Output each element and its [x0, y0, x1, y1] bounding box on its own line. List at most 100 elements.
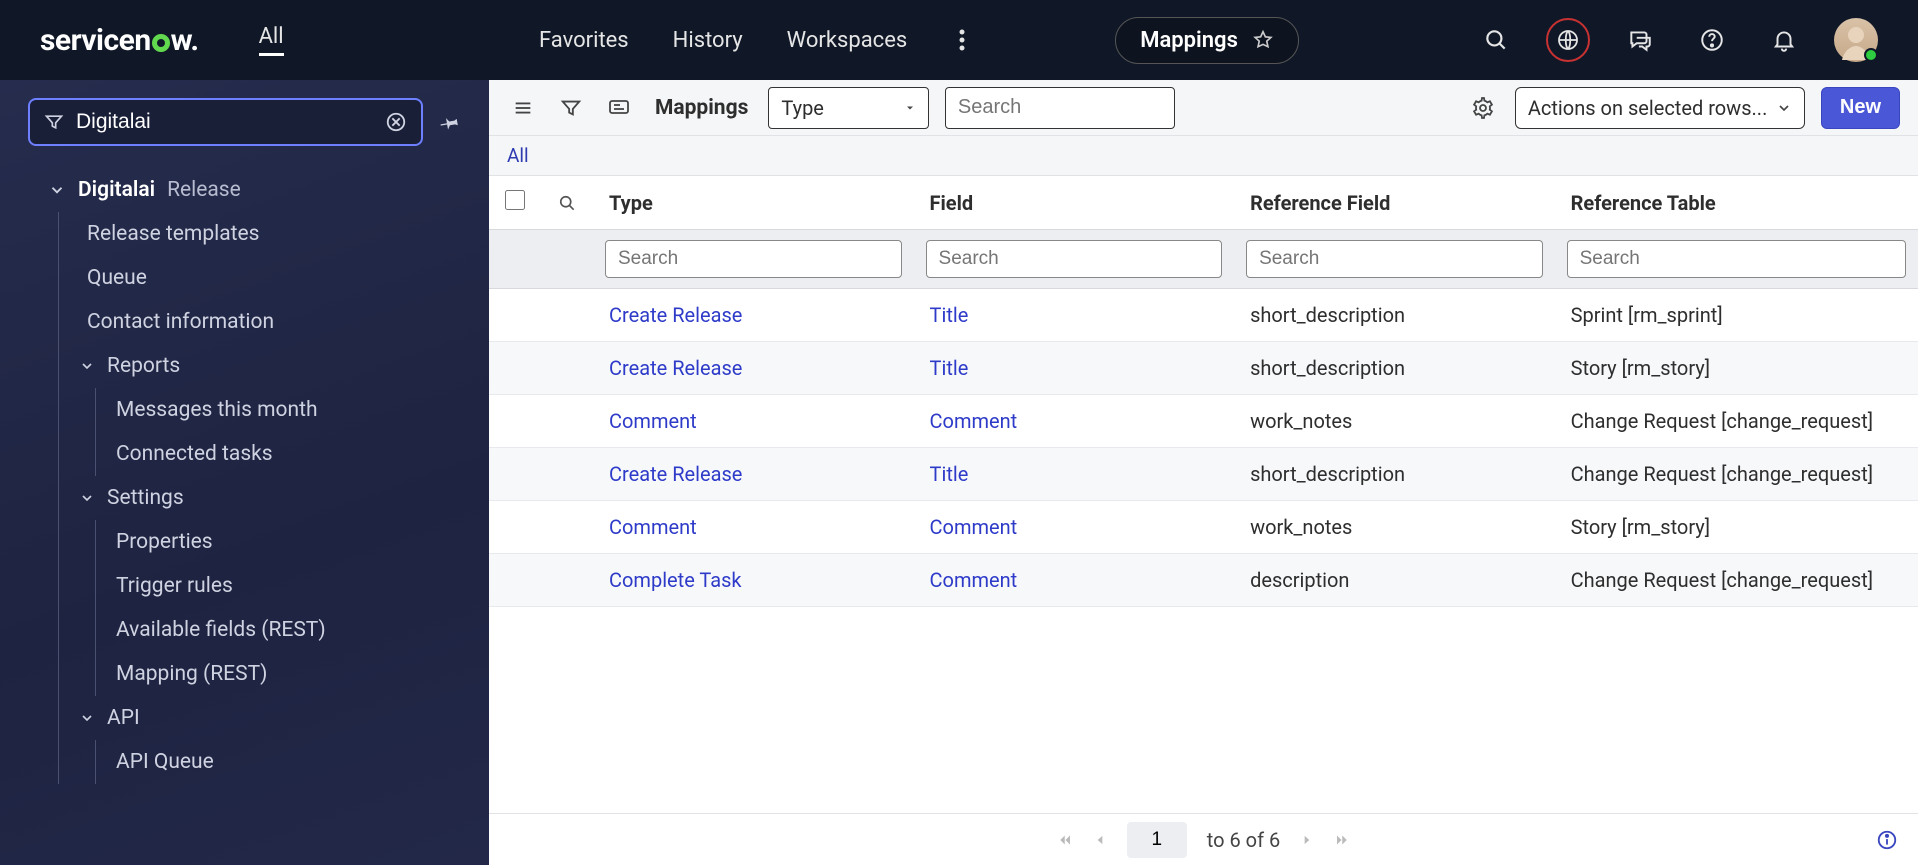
- cell-ref-field: short_description: [1234, 289, 1555, 342]
- nav-contact-info[interactable]: Contact information: [59, 300, 489, 344]
- star-icon[interactable]: [1252, 29, 1274, 51]
- nav-favorites[interactable]: Favorites: [539, 28, 629, 53]
- new-button[interactable]: New: [1821, 87, 1900, 129]
- sidebar-filter-input[interactable]: [76, 110, 373, 134]
- search-icon[interactable]: [557, 193, 577, 213]
- table-row[interactable]: Comment Comment work_notesStory [rm_story]: [489, 501, 1918, 554]
- table-row[interactable]: Create ReleaseTitleshort_descriptionStor…: [489, 342, 1918, 395]
- cell-ref-field: work_notes: [1234, 501, 1555, 554]
- page-input[interactable]: [1127, 822, 1187, 858]
- nav-trigger-rules[interactable]: Trigger rules: [96, 564, 489, 608]
- search-ref-table[interactable]: [1567, 240, 1906, 278]
- table-row[interactable]: Create Release Title short_descriptionSpri…: [489, 289, 1918, 342]
- topbar-right: [1474, 18, 1918, 62]
- actions-select[interactable]: Actions on selected rows...: [1515, 87, 1805, 129]
- toolbar-title: Mappings: [655, 96, 748, 120]
- search-type[interactable]: [605, 240, 902, 278]
- cell-type[interactable]: Create Release: [609, 462, 742, 486]
- cell-ref-table: Story [rm_story]: [1555, 501, 1918, 554]
- next-page-icon[interactable]: [1300, 833, 1314, 847]
- chevron-down-icon: [79, 490, 95, 506]
- funnel-icon[interactable]: [555, 92, 587, 124]
- cell-field[interactable]: Comment: [930, 409, 1018, 433]
- mappings-table: Type Field Reference Field Reference Tab…: [489, 176, 1918, 607]
- col-field[interactable]: Field: [914, 176, 1235, 230]
- menu-icon[interactable]: [507, 92, 539, 124]
- cell-field[interactable]: Title: [930, 303, 969, 327]
- nav-api[interactable]: API: [59, 696, 489, 740]
- chat-icon[interactable]: [1618, 18, 1662, 62]
- first-page-icon[interactable]: [1055, 831, 1073, 849]
- breadcrumb-all[interactable]: All: [507, 144, 529, 167]
- context-pill-label: Mappings: [1140, 28, 1238, 53]
- pin-icon[interactable]: [439, 111, 461, 133]
- context-pill[interactable]: Mappings: [1115, 17, 1299, 64]
- sidebar-filter[interactable]: [28, 98, 423, 146]
- cell-type[interactable]: Comment: [609, 515, 697, 539]
- prev-page-icon[interactable]: [1093, 833, 1107, 847]
- breadcrumb-bar: All: [489, 136, 1918, 176]
- cell-ref-table: Change Request [change_request]: [1555, 395, 1918, 448]
- cell-field[interactable]: Comment: [930, 515, 1018, 539]
- activity-icon[interactable]: [603, 92, 635, 124]
- topbar-center: Favorites History Workspaces: [489, 28, 965, 53]
- main: Mappings Type Actions on selected rows..…: [489, 80, 1918, 865]
- cell-ref-table: Sprint [rm_sprint]: [1555, 289, 1918, 342]
- nav-workspaces[interactable]: Workspaces: [787, 28, 908, 53]
- sidebar-nav: Digitalai Release Release templates Queu…: [0, 146, 489, 865]
- caret-down-icon: [904, 102, 916, 114]
- cell-type[interactable]: Comment: [609, 409, 697, 433]
- nav-group-digitalai[interactable]: Digitalai Release: [0, 168, 489, 212]
- nav-api-queue[interactable]: API Queue: [96, 740, 489, 784]
- nav-all[interactable]: All: [259, 24, 284, 56]
- search-icon[interactable]: [1474, 18, 1518, 62]
- nav-properties[interactable]: Properties: [96, 520, 489, 564]
- type-select[interactable]: Type: [768, 87, 929, 129]
- cell-field[interactable]: Title: [930, 356, 969, 380]
- info-icon[interactable]: [1876, 829, 1898, 851]
- cell-ref-field: short_description: [1234, 448, 1555, 501]
- nav-messages-month[interactable]: Messages this month: [96, 388, 489, 432]
- col-ref-field[interactable]: Reference Field: [1234, 176, 1555, 230]
- nav-connected-tasks[interactable]: Connected tasks: [96, 432, 489, 476]
- col-ref-table[interactable]: Reference Table: [1555, 176, 1918, 230]
- globe-icon[interactable]: [1546, 18, 1590, 62]
- cell-type[interactable]: Create Release: [609, 356, 742, 380]
- nav-queue[interactable]: Queue: [59, 256, 489, 300]
- chevron-down-icon: [1776, 100, 1792, 116]
- last-page-icon[interactable]: [1334, 831, 1352, 849]
- cell-ref-field: short_description: [1234, 342, 1555, 395]
- nav-mapping-rest[interactable]: Mapping (REST): [96, 652, 489, 696]
- search-field[interactable]: [926, 240, 1223, 278]
- table-row[interactable]: Create Release Title short_descriptionChan…: [489, 448, 1918, 501]
- cell-ref-table: Change Request [change_request]: [1555, 448, 1918, 501]
- cell-type[interactable]: Create Release: [609, 303, 742, 327]
- col-type[interactable]: Type: [593, 176, 914, 230]
- topbar-left: servicenw. All: [0, 0, 489, 80]
- bell-icon[interactable]: [1762, 18, 1806, 62]
- select-all-checkbox[interactable]: [505, 190, 525, 210]
- nav-group-title: Digitalai: [78, 178, 155, 202]
- cell-field[interactable]: Comment: [930, 568, 1018, 592]
- help-icon[interactable]: [1690, 18, 1734, 62]
- nav-group-suffix: Release: [167, 178, 241, 202]
- pagination-footer: to 6 of 6: [489, 813, 1918, 865]
- nav-reports[interactable]: Reports: [59, 344, 489, 388]
- table-row[interactable]: Complete TaskCommentdescriptionChange Re…: [489, 554, 1918, 607]
- toolbar-search-input[interactable]: [945, 87, 1175, 129]
- chevron-down-icon: [48, 181, 66, 199]
- avatar[interactable]: [1834, 18, 1878, 62]
- nav-settings[interactable]: Settings: [59, 476, 489, 520]
- chevron-down-icon: [79, 358, 95, 374]
- cell-type[interactable]: Complete Task: [609, 568, 742, 592]
- search-ref-field[interactable]: [1246, 240, 1543, 278]
- logo: servicenw.: [40, 23, 199, 58]
- table-row[interactable]: CommentCommentwork_notesChange Request […: [489, 395, 1918, 448]
- nav-release-templates[interactable]: Release templates: [59, 212, 489, 256]
- nav-more-icon[interactable]: [959, 29, 965, 51]
- gear-icon[interactable]: [1467, 92, 1499, 124]
- nav-available-fields[interactable]: Available fields (REST): [96, 608, 489, 652]
- nav-history[interactable]: History: [673, 28, 743, 53]
- cell-field[interactable]: Title: [930, 462, 969, 486]
- clear-icon[interactable]: [385, 111, 407, 133]
